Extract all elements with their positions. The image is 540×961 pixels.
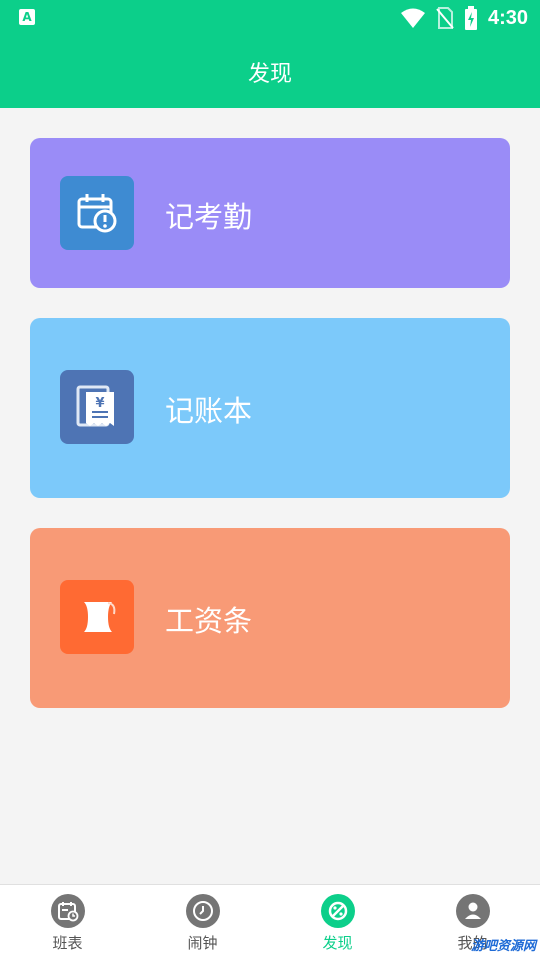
wifi-icon [400,8,425,28]
schedule-icon [50,894,85,928]
card-label: 工资条 [165,604,253,638]
tab-alarm[interactable]: 闹钟 [135,885,270,961]
page-header: 发现 [0,36,540,108]
ledger-card[interactable]: ¥ 记账本 [30,318,510,498]
person-icon [455,894,490,928]
tab-label: 班表 [52,934,83,952]
clock-icon [185,894,220,928]
status-right-group: 4:30 [400,5,528,31]
page-title: 发现 [247,62,292,87]
bottom-tab-bar: 班表 闹钟 发现 我的 [0,884,540,961]
card-label: 记账本 [165,394,253,428]
battery-charging-icon [464,6,477,30]
status-time: 4:30 [487,6,528,29]
status-bar: A 4:30 [0,0,540,36]
card-label: 记考勤 [165,200,253,234]
discover-icon [320,894,355,928]
calendar-alert-icon [60,176,134,250]
no-sim-icon [436,7,454,29]
tab-discover[interactable]: 发现 [270,885,405,961]
app-notification-icon: A [19,9,35,25]
tab-schedule[interactable]: 班表 [0,885,135,961]
attendance-card[interactable]: 记考勤 [30,138,510,288]
watermark: 游吧资源网 [470,939,536,954]
payslip-card[interactable]: 工资条 [30,528,510,708]
receipt-yen-icon: ¥ [60,370,134,444]
tab-label: 发现 [322,934,353,952]
scroll-icon [60,580,134,654]
svg-text:¥: ¥ [95,396,104,411]
tab-label: 闹钟 [187,934,218,952]
